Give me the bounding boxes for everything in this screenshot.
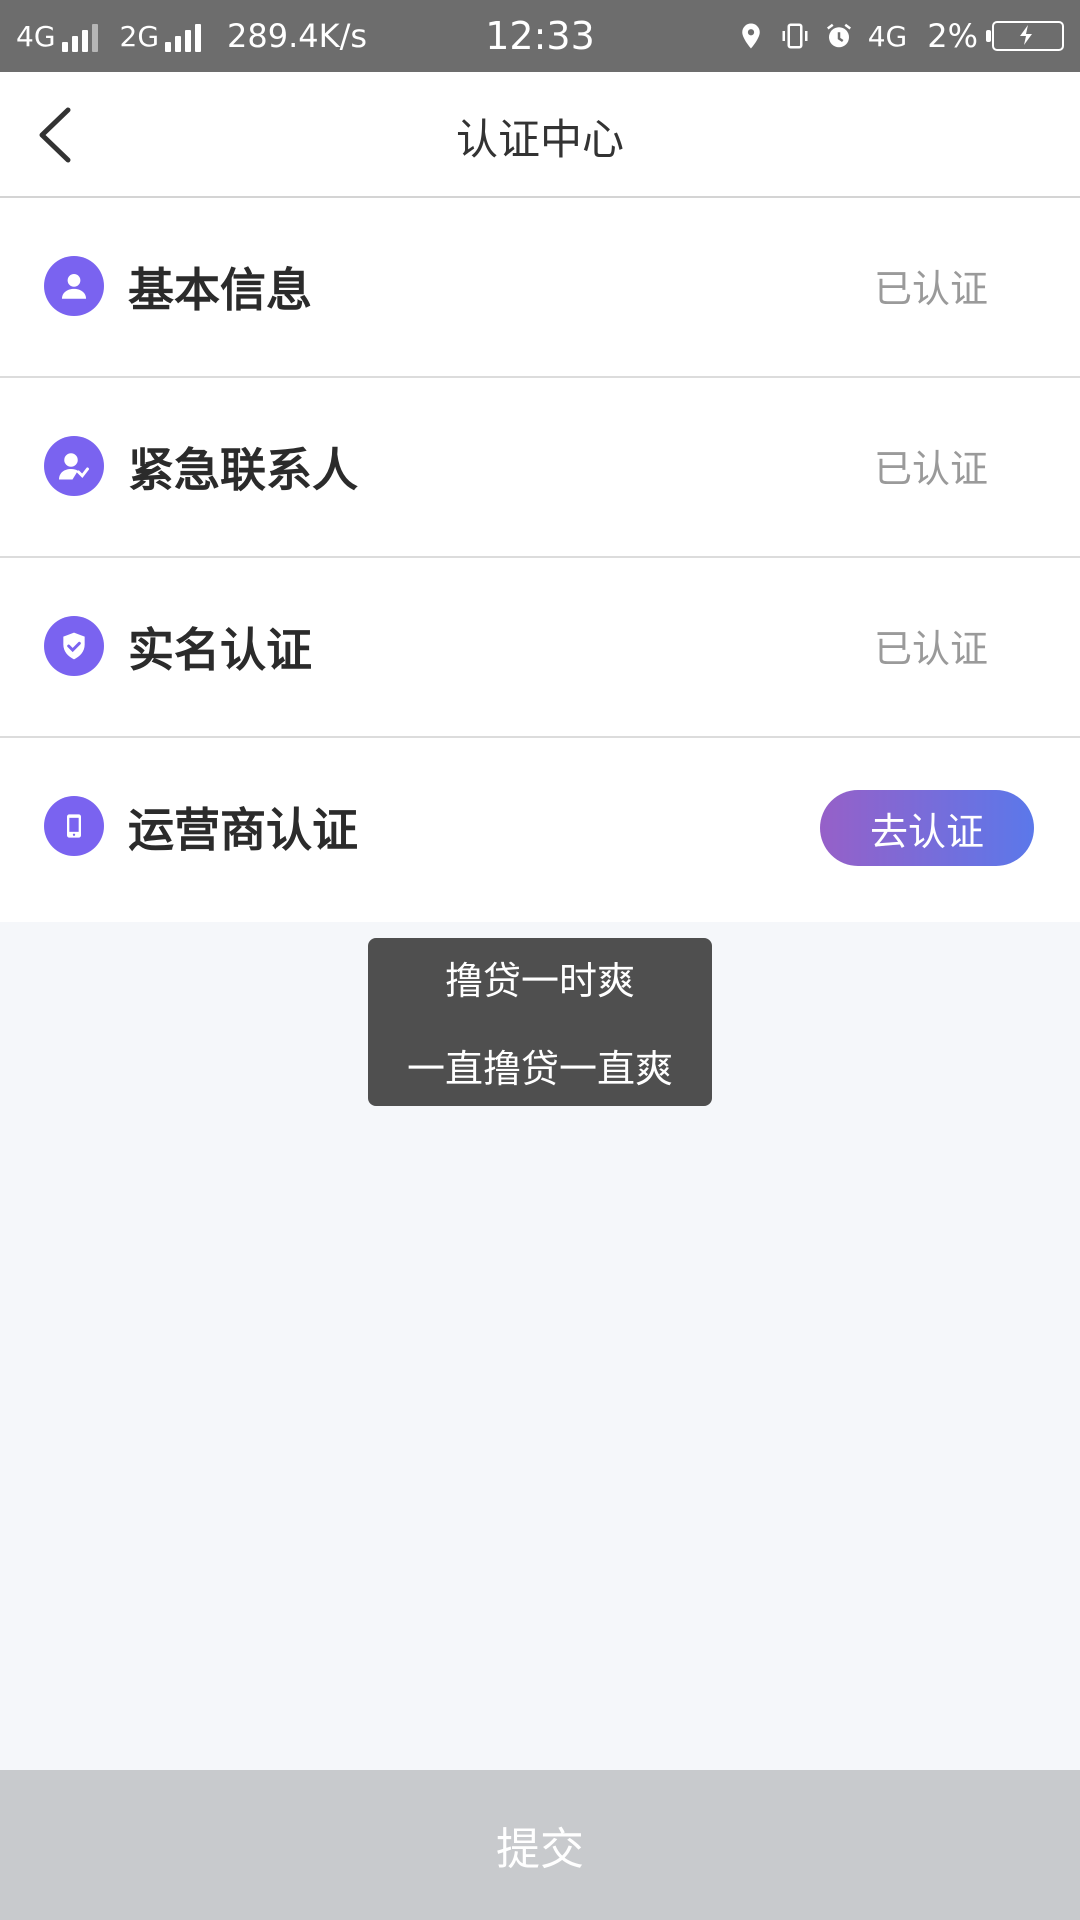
submit-button[interactable]: 提交 <box>0 1770 1080 1920</box>
status-right: 4G 2% <box>736 16 1064 56</box>
status-text: 已认证 <box>873 447 988 491</box>
battery-percent: 2% <box>927 17 978 55</box>
toast-line-1: 撸贷一时爽 <box>444 959 635 1003</box>
status-text: 已认证 <box>873 267 988 311</box>
item-label: 运营商认证 <box>128 803 358 857</box>
contact-phone-icon <box>44 436 104 496</box>
mobile-phone-icon <box>44 796 104 856</box>
alarm-icon <box>826 23 851 48</box>
nav-bar: 认证中心 <box>0 72 1080 198</box>
go-verify-button[interactable]: 去认证 <box>820 790 1034 866</box>
network-type-3: 4G <box>867 19 908 53</box>
list-item-real-name[interactable]: 实名认证 已认证 <box>0 558 1080 738</box>
person-icon <box>44 256 104 316</box>
verification-list: 基本信息 已认证 紧急联系人 已认证 实名认证 已认证 运营商认证 去认证 <box>0 198 1080 922</box>
item-label: 紧急联系人 <box>128 443 358 497</box>
status-text: 已认证 <box>873 627 988 671</box>
item-label: 基本信息 <box>128 263 312 317</box>
toast-line-2: 一直撸贷一直爽 <box>406 1047 673 1091</box>
item-label: 实名认证 <box>128 623 312 677</box>
shield-check-icon <box>44 616 104 676</box>
list-item-emergency-contact[interactable]: 紧急联系人 已认证 <box>0 378 1080 558</box>
page-title: 认证中心 <box>455 115 624 164</box>
vibrate-icon <box>782 23 808 49</box>
list-item-basic-info[interactable]: 基本信息 已认证 <box>0 198 1080 378</box>
toast-message: 撸贷一时爽 一直撸贷一直爽 <box>368 938 712 1106</box>
location-icon <box>741 23 760 49</box>
battery-icon <box>986 21 1064 51</box>
status-bar: 4G 2G 289.4K/s 12:33 4G 2% <box>0 0 1080 72</box>
list-item-carrier[interactable]: 运营商认证 去认证 <box>0 738 1080 922</box>
